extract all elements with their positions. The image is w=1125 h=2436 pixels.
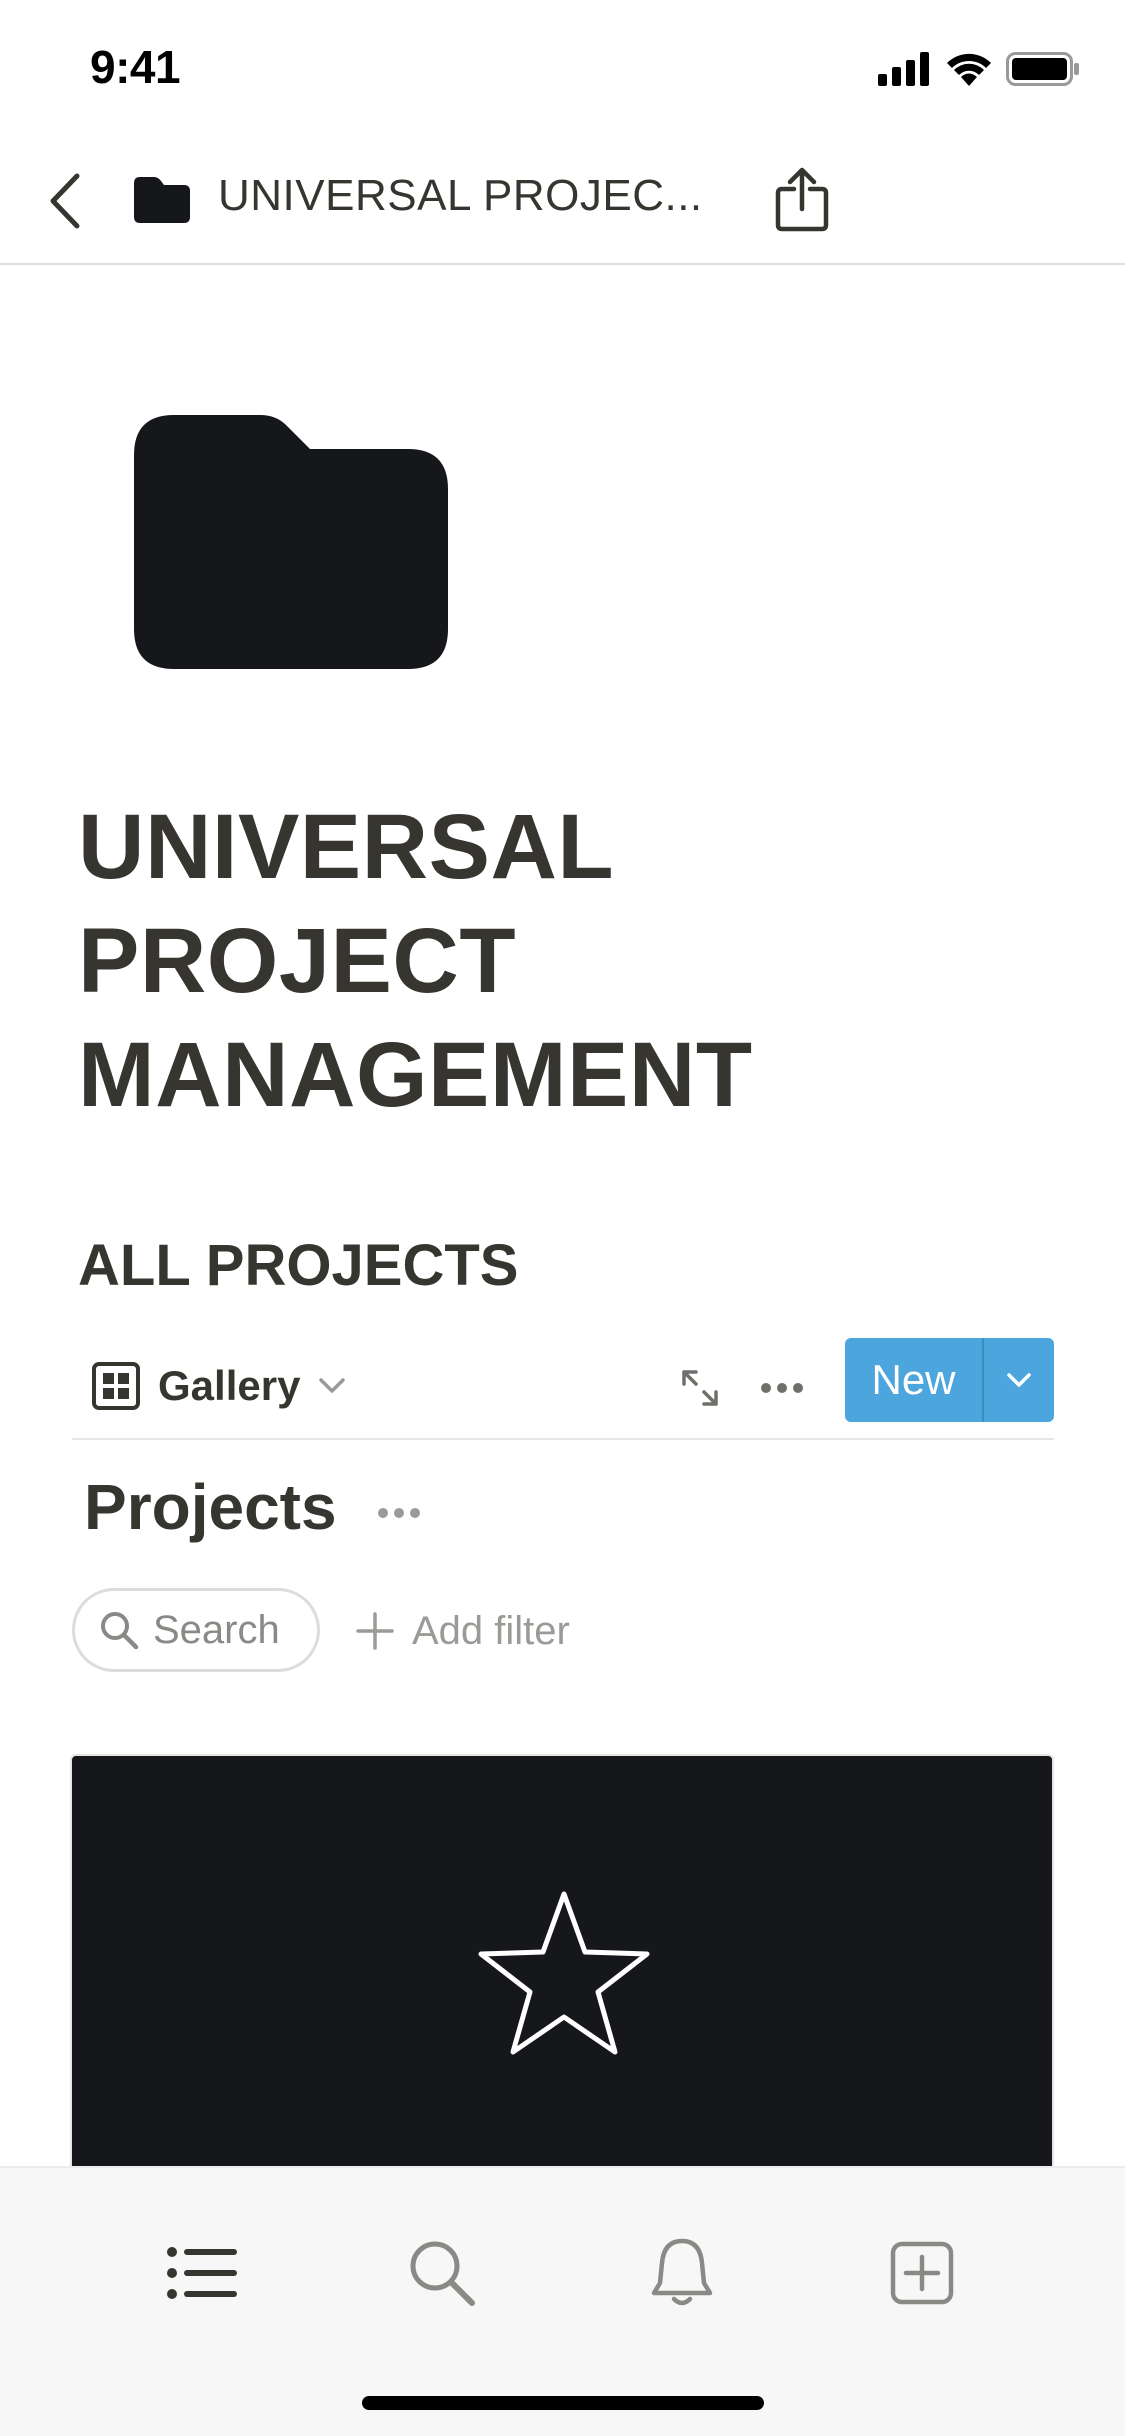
view-name: Gallery	[158, 1362, 301, 1409]
status-icons	[878, 48, 1080, 90]
tab-list[interactable]	[157, 2228, 247, 2318]
database-more-button[interactable]	[370, 1488, 428, 1538]
search-icon	[101, 1612, 139, 1650]
title-line: MANAGEMENT	[78, 1024, 753, 1126]
tab-bar	[0, 2166, 1125, 2436]
view-more-button[interactable]	[752, 1360, 812, 1416]
view-switcher[interactable]: Gallery	[92, 1354, 346, 1418]
tab-updates[interactable]	[637, 2228, 727, 2318]
gallery-card[interactable]	[70, 1754, 1054, 2174]
database-title[interactable]: Projects	[84, 1470, 337, 1544]
new-button[interactable]: New	[845, 1338, 982, 1422]
search-button[interactable]: Search	[72, 1588, 320, 1672]
status-time: 9:41	[90, 41, 181, 93]
expand-icon	[682, 1370, 718, 1406]
gallery-grid-icon	[92, 1362, 140, 1410]
search-label: Search	[153, 1607, 280, 1652]
bell-icon	[651, 2238, 713, 2306]
status-bar: 9:41	[0, 0, 1125, 135]
nav-title[interactable]: UNIVERSAL PROJEC...	[218, 171, 703, 221]
add-filter-button[interactable]: Add filter	[356, 1600, 570, 1662]
nav-bar: UNIVERSAL PROJEC...	[0, 135, 1125, 265]
new-button-group: New	[845, 1338, 1054, 1422]
chevron-down-icon	[1007, 1373, 1031, 1387]
search-icon	[410, 2241, 475, 2306]
chevron-down-icon	[319, 1378, 346, 1393]
expand-button[interactable]	[672, 1360, 728, 1416]
folder-icon	[134, 177, 190, 223]
page-title[interactable]: UNIVERSAL PROJECT MANAGEMENT	[78, 790, 1078, 1132]
plus-icon	[356, 1612, 394, 1650]
tab-new-page[interactable]	[877, 2228, 967, 2318]
tab-search[interactable]	[397, 2228, 487, 2318]
list-icon	[167, 2247, 237, 2299]
chevron-left-icon	[50, 173, 80, 229]
cellular-signal-icon	[878, 52, 929, 86]
title-line: PROJECT	[78, 910, 517, 1012]
page-folder-icon[interactable]	[134, 415, 448, 669]
share-button[interactable]	[770, 159, 834, 241]
share-icon	[775, 167, 829, 232]
add-filter-label: Add filter	[412, 1608, 570, 1653]
new-menu-button[interactable]	[984, 1338, 1054, 1422]
ellipsis-icon	[378, 1508, 420, 1518]
section-heading[interactable]: ALL PROJECTS	[78, 1232, 518, 1299]
star-icon	[478, 1891, 650, 2055]
back-button[interactable]	[30, 163, 100, 239]
battery-icon	[1006, 52, 1079, 86]
ellipsis-icon	[761, 1383, 803, 1393]
title-line: UNIVERSAL	[78, 796, 615, 898]
view-toolbar: Gallery New	[72, 1336, 1054, 1440]
home-indicator	[362, 2396, 764, 2410]
wifi-icon	[947, 53, 991, 86]
new-page-icon	[890, 2241, 954, 2305]
